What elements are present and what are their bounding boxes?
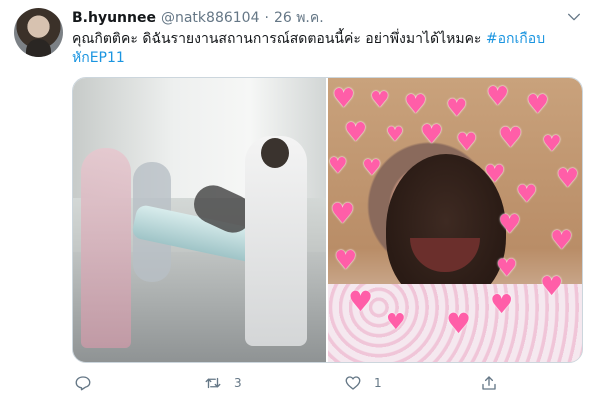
retweet-count: 3 — [234, 376, 242, 390]
reply-icon — [75, 376, 91, 391]
like-button[interactable]: 1 — [344, 372, 382, 394]
tweet-text-body: คุณกิตติคะ ดิฉันรายงานสถานการณ์สดตอนนี้ค… — [72, 31, 486, 47]
display-name[interactable]: B.hyunnee — [72, 10, 156, 26]
retweet-icon — [205, 377, 221, 389]
tweet-actions: 3 1 — [72, 372, 592, 396]
hashtag-link-continued[interactable]: หักEP11 — [72, 50, 125, 66]
media-photo-right[interactable]: ♥ ♥ ♥ ♥ ♥ ♥ ♥ ♥ ♥ ♥ ♥ ♥ ♥ ♥ ♥ ♥ ♥ ♥ ♥ ♥ — [328, 78, 582, 362]
user-handle[interactable]: @natk886104 — [161, 10, 260, 26]
avatar[interactable] — [14, 8, 63, 57]
retweet-button[interactable]: 3 — [204, 372, 242, 394]
tweet-header: B.hyunnee @natk886104 · 26 พ.ค. — [72, 8, 324, 28]
like-icon — [345, 376, 361, 390]
crying-man-image — [328, 78, 582, 362]
like-count: 1 — [374, 376, 382, 390]
share-icon — [482, 376, 496, 390]
media-grid: ♥ ♥ ♥ ♥ ♥ ♥ ♥ ♥ ♥ ♥ ♥ ♥ ♥ ♥ ♥ ♥ ♥ ♥ ♥ ♥ — [72, 77, 583, 363]
more-options-chevron-icon[interactable] — [566, 9, 582, 25]
tweet-text: คุณกิตติคะ ดิฉันรายงานสถานการณ์สดตอนนี้ค… — [72, 30, 572, 68]
hashtag-link[interactable]: #อกเกือบ — [486, 31, 545, 47]
share-button[interactable] — [480, 372, 498, 394]
hospital-scene-image — [73, 78, 326, 362]
tweet-date[interactable]: 26 พ.ค. — [274, 7, 324, 29]
tweet-card[interactable]: B.hyunnee @natk886104 · 26 พ.ค. คุณกิตติ… — [0, 0, 598, 404]
reply-button[interactable] — [74, 372, 92, 394]
chevron-down-icon — [568, 13, 580, 21]
media-photo-left[interactable] — [73, 78, 326, 362]
separator-dot: · — [264, 10, 269, 26]
